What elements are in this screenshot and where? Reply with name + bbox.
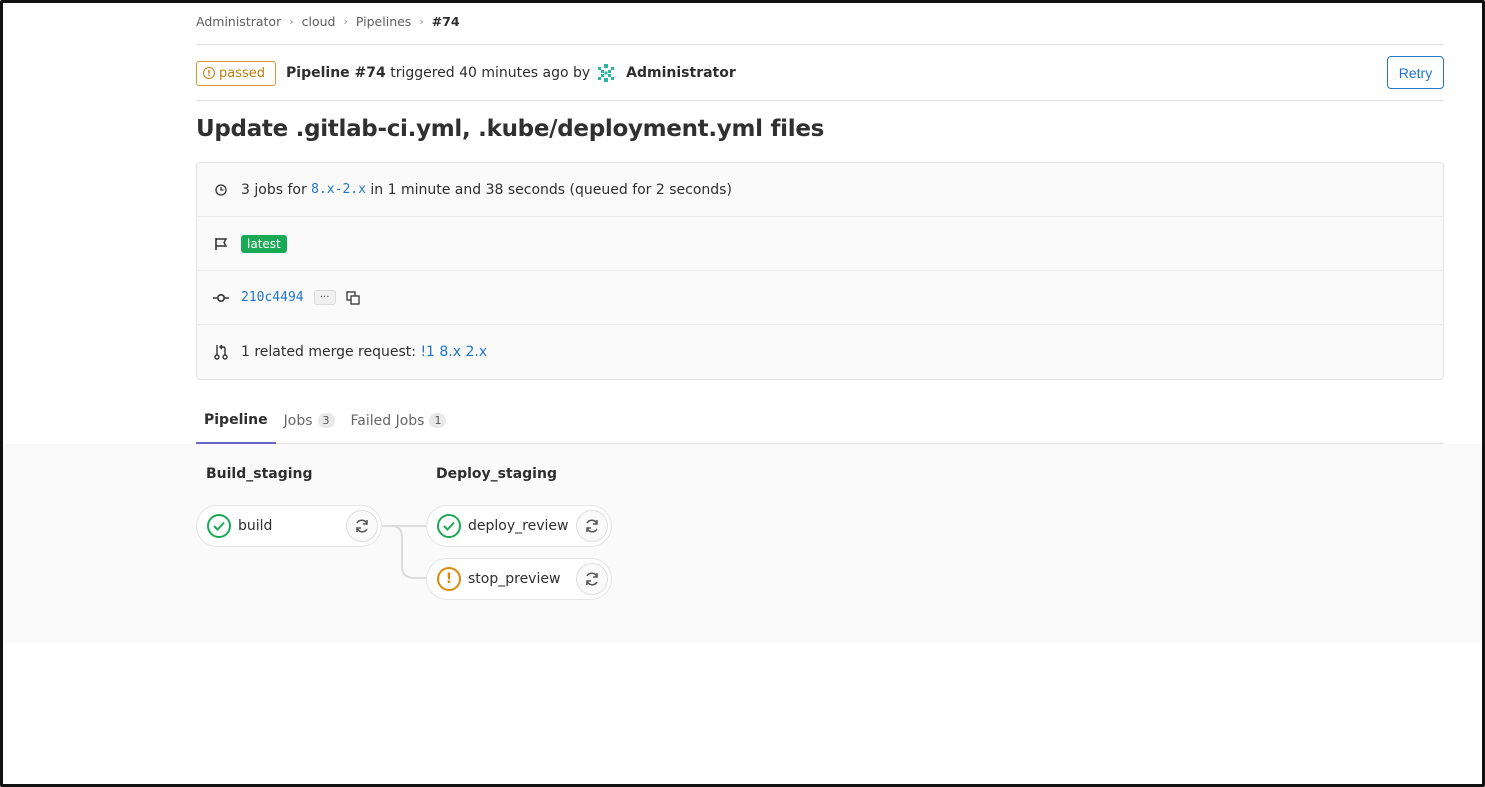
pipeline-summary: Pipeline #74 triggered 40 minutes ago by [286,65,590,81]
job-build[interactable]: build [196,505,382,547]
stage-title-deploy-staging: Deploy_staging [436,466,557,482]
retry-job-button[interactable] [346,510,378,542]
jobs-suffix: in 1 minute and 38 seconds (queued for 2… [370,181,732,198]
retry-icon [586,572,598,586]
retry-job-button[interactable] [576,563,608,595]
expand-commit-button[interactable]: ··· [313,290,336,305]
commit-sha-link[interactable]: 210c4494 [241,290,304,305]
flag-icon [213,236,229,252]
breadcrumb-item-cloud[interactable]: cloud [302,14,336,29]
triggered-text: triggered 40 minutes ago by [390,65,591,81]
retry-icon [586,519,598,533]
retry-job-button[interactable] [576,510,608,542]
pipeline-tabs: Pipeline Jobs 3 Failed Jobs 1 [196,398,1444,444]
breadcrumb: Administrator › cloud › Pipelines › #74 [196,12,460,30]
warning-icon: ! [437,567,461,591]
user-link[interactable]: Administrator [626,65,736,81]
tab-failed-jobs[interactable]: Failed Jobs 1 [343,398,455,443]
pipeline-info-box: 3 jobs for 8.x-2.x in 1 minute and 38 se… [196,162,1444,380]
tab-label: Pipeline [204,412,268,428]
jobs-prefix: 3 jobs for [241,181,307,198]
tab-count-badge: 3 [317,413,335,428]
copy-icon[interactable] [344,289,362,307]
tab-jobs[interactable]: Jobs 3 [276,398,343,443]
job-name: stop_preview [468,571,561,587]
warning-icon: ! [203,67,215,79]
breadcrumb-item-administrator[interactable]: Administrator [196,14,281,29]
job-stop-preview[interactable]: ! stop_preview [426,558,612,600]
tab-label: Failed Jobs [350,412,425,429]
avatar[interactable] [596,63,616,83]
merge-request-link[interactable]: !1 8.x 2.x [420,344,487,360]
chevron-right-icon: › [343,14,348,28]
latest-badge: latest [241,234,287,253]
job-name: build [238,518,273,534]
status-badge-label: passed [219,65,266,81]
pipeline-header: ! passed Pipeline #74 triggered 40 minut… [196,56,1444,90]
branch-link[interactable]: 8.x-2.x [311,182,366,197]
info-row-duration: 3 jobs for 8.x-2.x in 1 minute and 38 se… [197,163,1443,217]
info-row-merge-request: 1 related merge request: !1 8.x 2.x [197,325,1443,379]
commit-icon [213,290,229,306]
job-name: deploy_review [468,518,569,534]
tab-count-badge: 1 [429,413,447,428]
stage-title-build-staging: Build_staging [206,466,313,482]
success-check-icon [437,514,461,538]
divider [196,44,1444,45]
success-check-icon [207,514,231,538]
info-row-tags: latest [197,217,1443,271]
mr-prefix: 1 related merge request: [241,344,416,360]
divider [196,100,1444,101]
retry-button[interactable]: Retry [1387,56,1444,89]
pipeline-label: Pipeline #74 [286,65,386,81]
pipeline-graph: Build_staging Deploy_staging build deplo… [0,444,1485,643]
info-row-commit: 210c4494 ··· [197,271,1443,325]
merge-request-icon [213,344,229,360]
breadcrumb-item-pipelines[interactable]: Pipelines [356,14,411,29]
chevron-right-icon: › [289,14,294,28]
retry-icon [356,519,368,533]
job-deploy-review[interactable]: deploy_review [426,505,612,547]
tab-label: Jobs [283,412,313,429]
clock-icon [213,182,229,198]
status-badge[interactable]: ! passed [196,60,277,86]
page-title: Update .gitlab-ci.yml, .kube/deployment.… [196,116,825,142]
breadcrumb-item-current[interactable]: #74 [432,14,460,29]
chevron-right-icon: › [419,14,424,28]
tab-pipeline[interactable]: Pipeline [196,398,276,444]
